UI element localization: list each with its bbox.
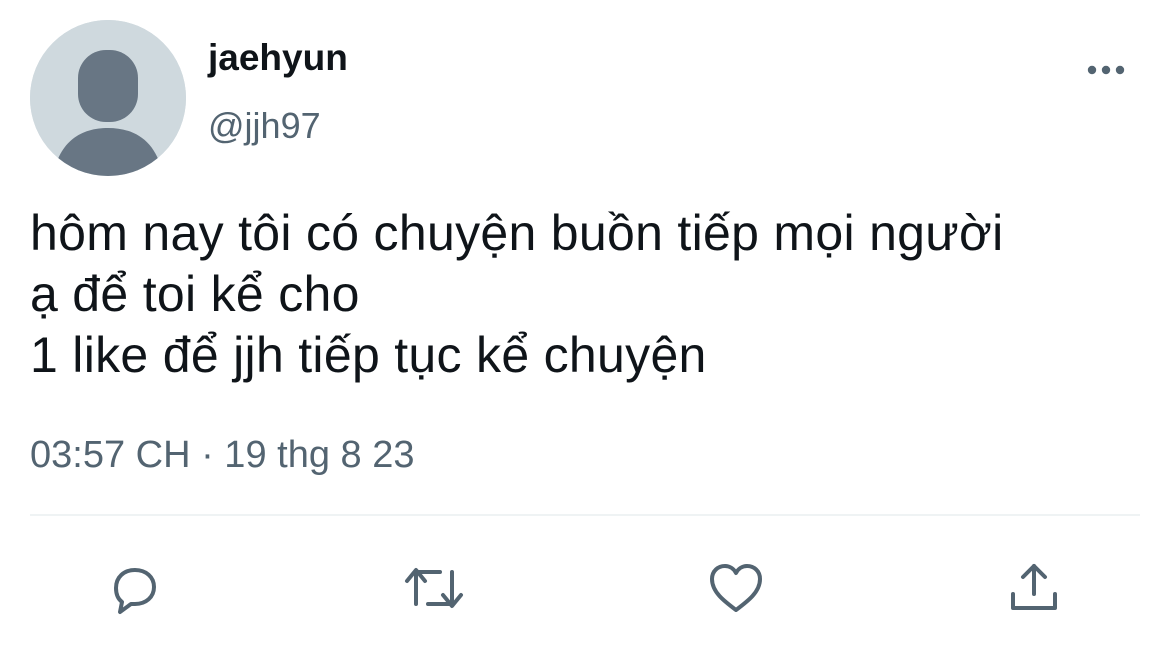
tweet-text: hôm nay tôi có chuyện buồn tiếp mọi ngườ… (30, 203, 1150, 386)
like-button[interactable] (704, 556, 768, 620)
retweet-button[interactable] (402, 556, 466, 620)
tweet-line: 1 like để jjh tiếp tục kể chuyện (30, 327, 707, 383)
tweet-line: ạ để toi kể cho (30, 266, 360, 322)
handle[interactable]: @jjh97 (208, 104, 321, 148)
display-name[interactable]: jaehyun (208, 36, 348, 80)
more-options-icon (1087, 65, 1125, 75)
avatar[interactable] (30, 20, 186, 176)
retweet-arrows-icon (405, 568, 463, 608)
share-button[interactable] (1002, 556, 1066, 620)
default-profile-icon (30, 20, 186, 176)
more-button[interactable] (1084, 52, 1128, 88)
heart-icon (710, 564, 762, 612)
share-upload-icon (1011, 564, 1057, 610)
tweet-line: hôm nay tôi có chuyện buồn tiếp mọi ngườ… (30, 205, 1004, 261)
reply-button[interactable] (102, 556, 166, 620)
reply-bubble-icon (114, 568, 156, 614)
tweet-timestamp[interactable]: 03:57 CH · 19 thg 8 23 (30, 430, 414, 480)
divider (30, 514, 1140, 516)
